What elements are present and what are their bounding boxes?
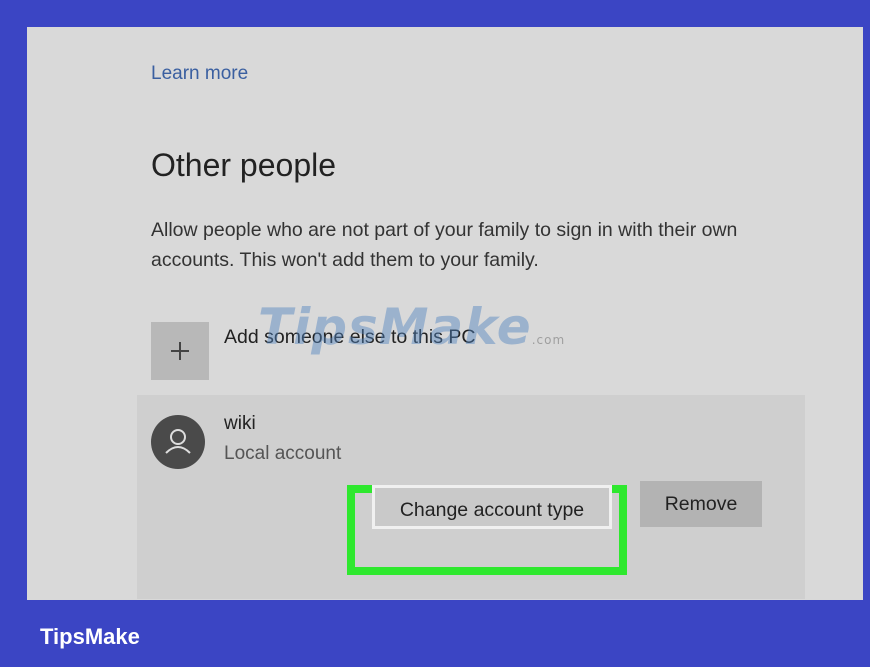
user-name: wiki <box>224 413 256 434</box>
plus-icon <box>151 322 209 380</box>
person-icon <box>151 415 205 469</box>
change-account-type-button[interactable]: Change account type <box>372 485 612 529</box>
remove-button[interactable]: Remove <box>640 481 762 527</box>
add-person-label: Add someone else to this PC <box>224 326 476 348</box>
add-person-button[interactable]: Add someone else to this PC <box>151 322 571 380</box>
section-description: Allow people who are not part of your fa… <box>151 219 738 271</box>
section-title: Other people <box>151 147 337 183</box>
user-account-type: Local account <box>224 443 342 464</box>
learn-more-link[interactable]: Learn more <box>151 63 248 85</box>
footer-brand: TipsMake <box>40 624 140 649</box>
